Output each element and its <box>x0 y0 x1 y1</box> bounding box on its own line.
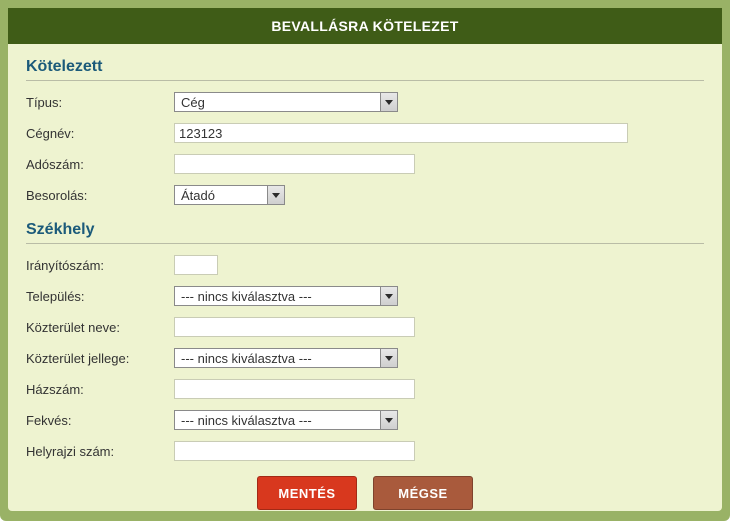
row-hazszam: Házszám: <box>26 378 704 400</box>
chevron-down-icon <box>380 287 397 305</box>
section-title-kotelezett: Kötelezett <box>26 52 704 81</box>
window-frame: BEVALLÁSRA KÖTELEZET Kötelezett Típus: C… <box>0 0 730 521</box>
besorolas-select-value: Átadó <box>175 186 267 204</box>
kozterulet-neve-input[interactable] <box>174 317 415 337</box>
chevron-down-icon <box>380 411 397 429</box>
label-iranyitoszam: Irányítószám: <box>26 258 174 273</box>
row-adoszam: Adószám: <box>26 153 704 175</box>
chevron-down-icon <box>267 186 284 204</box>
telepules-select-value: --- nincs kiválasztva --- <box>175 287 380 305</box>
row-fekves: Fekvés: --- nincs kiválasztva --- <box>26 409 704 431</box>
row-tipus: Típus: Cég <box>26 91 704 113</box>
label-tipus: Típus: <box>26 95 174 110</box>
kozterulet-jellege-select[interactable]: --- nincs kiválasztva --- <box>174 348 398 368</box>
fekves-select-value: --- nincs kiválasztva --- <box>175 411 380 429</box>
tipus-select[interactable]: Cég <box>174 92 398 112</box>
helyrajzi-szam-input[interactable] <box>174 441 415 461</box>
chevron-down-icon <box>380 349 397 367</box>
label-telepules: Település: <box>26 289 174 304</box>
besorolas-select[interactable]: Átadó <box>174 185 285 205</box>
save-button[interactable]: MENTÉS <box>257 476 357 510</box>
label-kozterulet-neve: Közterület neve: <box>26 320 174 335</box>
hazszam-input[interactable] <box>174 379 415 399</box>
row-helyrajzi-szam: Helyrajzi szám: <box>26 440 704 462</box>
fekves-select[interactable]: --- nincs kiválasztva --- <box>174 410 398 430</box>
label-besorolas: Besorolás: <box>26 188 174 203</box>
label-cegnev: Cégnév: <box>26 126 174 141</box>
row-kozterulet-jellege: Közterület jellege: --- nincs kiválasztv… <box>26 347 704 369</box>
label-adoszam: Adószám: <box>26 157 174 172</box>
label-kozterulet-jellege: Közterület jellege: <box>26 351 174 366</box>
adoszam-input[interactable] <box>174 154 415 174</box>
row-besorolas: Besorolás: Átadó <box>26 184 704 206</box>
section-title-szekhely: Székhely <box>26 215 704 244</box>
row-iranyitoszam: Irányítószám: <box>26 254 704 276</box>
label-fekves: Fekvés: <box>26 413 174 428</box>
chevron-down-icon <box>380 93 397 111</box>
kozterulet-jellege-select-value: --- nincs kiválasztva --- <box>175 349 380 367</box>
row-cegnev: Cégnév: <box>26 122 704 144</box>
row-kozterulet-neve: Közterület neve: <box>26 316 704 338</box>
iranyitoszam-input[interactable] <box>174 255 218 275</box>
form-panel: Kötelezett Típus: Cég Cégnév: Adószám: <box>8 44 722 511</box>
button-bar: MENTÉS MÉGSE <box>26 476 704 510</box>
cegnev-input[interactable] <box>174 123 628 143</box>
row-telepules: Település: --- nincs kiválasztva --- <box>26 285 704 307</box>
window-title: BEVALLÁSRA KÖTELEZET <box>8 8 722 44</box>
label-helyrajzi-szam: Helyrajzi szám: <box>26 444 174 459</box>
label-hazszam: Házszám: <box>26 382 174 397</box>
telepules-select[interactable]: --- nincs kiválasztva --- <box>174 286 398 306</box>
cancel-button[interactable]: MÉGSE <box>373 476 473 510</box>
tipus-select-value: Cég <box>175 93 380 111</box>
